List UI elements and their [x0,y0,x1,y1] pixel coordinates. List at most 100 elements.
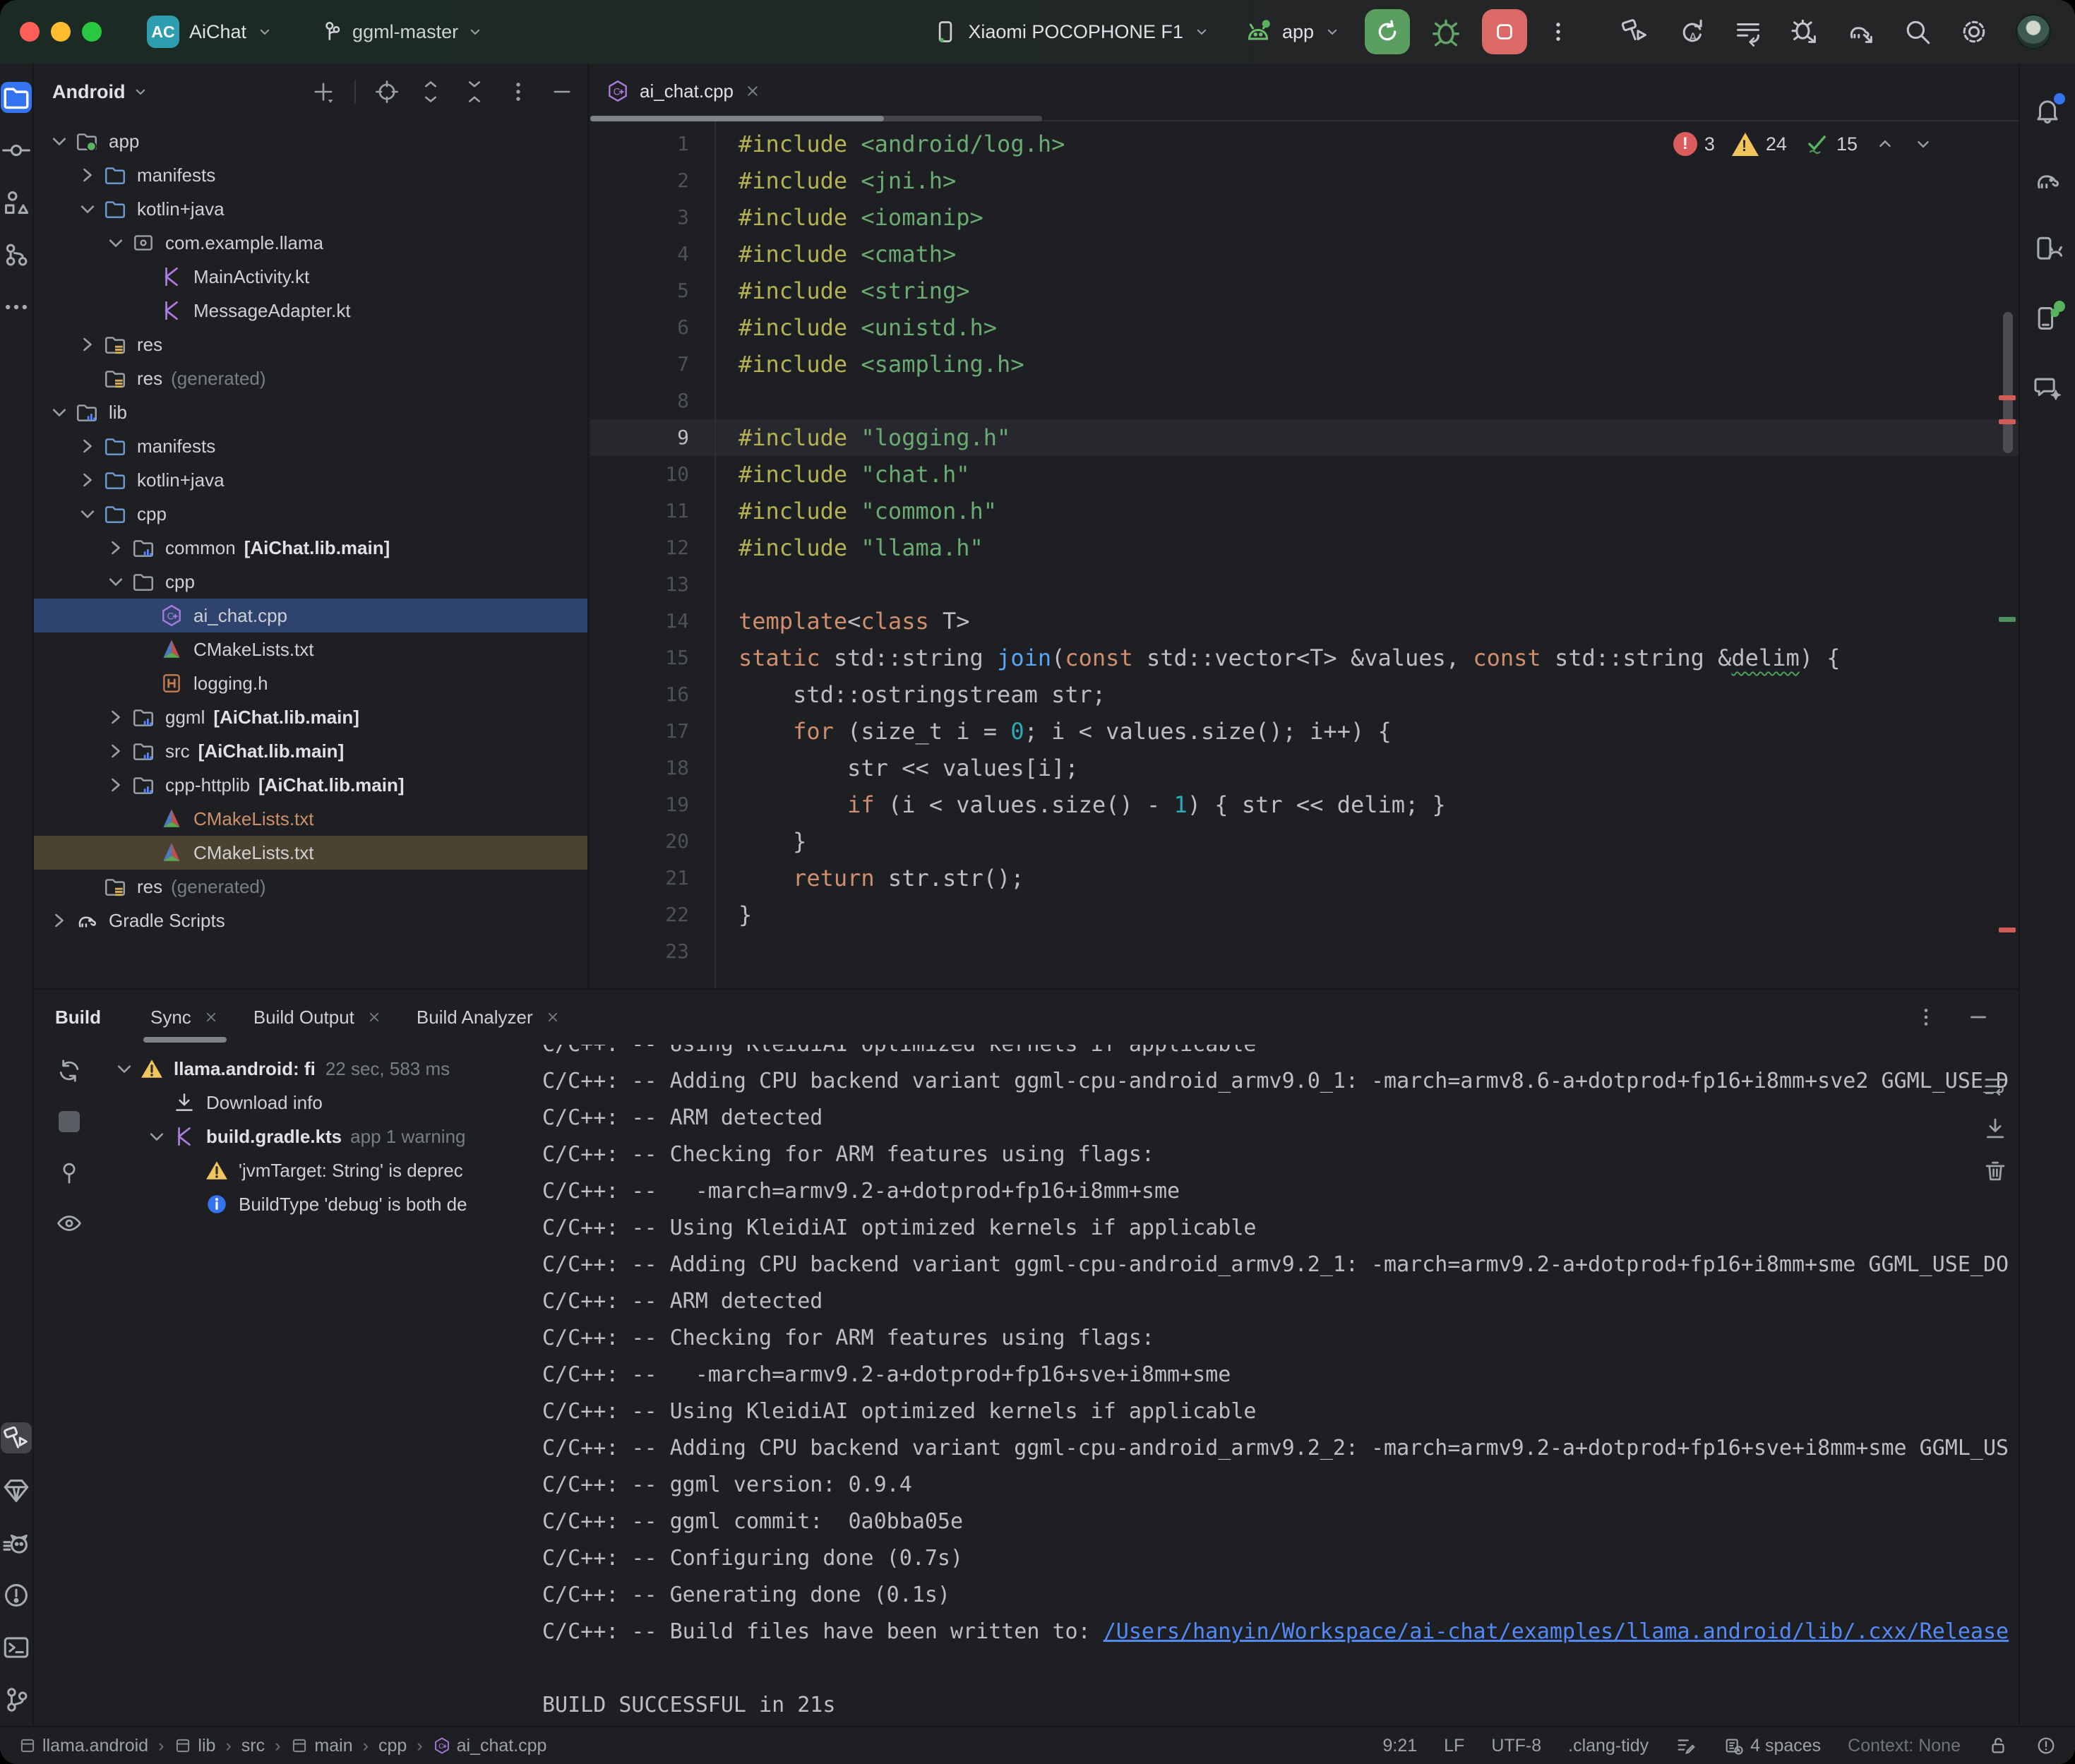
code-area[interactable]: 1#include <android/log.h>2#include <jni.… [590,121,2019,988]
indent-setting[interactable]: 4 spaces [1723,1735,1821,1756]
code-line[interactable]: 16 std::ostringstream str; [590,676,2019,713]
next-highlight-icon[interactable] [1913,133,1934,155]
tool-stripe-app-quality-insights[interactable] [1,1476,31,1506]
tree-row[interactable]: Cai_chat.cpp [34,599,587,632]
tree-row[interactable]: app [34,124,587,158]
caret-position[interactable]: 9:21 [1382,1736,1417,1756]
tree-row[interactable]: CMakeLists.txt [34,802,587,836]
close-icon[interactable] [203,1009,220,1026]
tree-row[interactable]: MessageAdapter.kt [34,294,587,328]
chevron-down-icon[interactable] [112,1056,137,1081]
code-line[interactable]: 19 if (i < values.size() - 1) { str << d… [590,786,2019,823]
code-line[interactable]: 13 [590,566,2019,603]
more-options-icon[interactable] [1914,1005,1938,1029]
collapse-all-icon[interactable] [462,79,487,104]
tree-row[interactable]: manifests [34,158,587,192]
apply-changes-icon[interactable]: A [1677,17,1706,47]
scroll-to-end-icon[interactable] [1982,1115,2009,1142]
code-line[interactable]: 20 } [590,823,2019,860]
tool-stripe-structure[interactable] [1,188,31,217]
chevron-right-icon[interactable] [75,332,100,357]
chevron-right-icon[interactable] [103,772,128,798]
breadcrumb-item[interactable]: cpp [378,1736,407,1756]
breadcrumb-item[interactable]: llama.android [18,1736,148,1756]
code-line[interactable]: 12#include "llama.h" [590,529,2019,566]
build-hammer-icon[interactable] [1620,17,1650,47]
debug-button[interactable] [1430,16,1462,48]
user-avatar[interactable] [2016,14,2051,49]
code-line[interactable]: 17 for (size_t i = 0; i < values.size();… [590,713,2019,750]
console-file-link[interactable]: /Users/hanyin/Workspace/ai-chat/examples… [1104,1619,2009,1644]
chevron-down-icon[interactable] [103,230,128,256]
hide-panel-icon[interactable] [1966,1005,1990,1029]
line-ending[interactable]: LF [1444,1736,1464,1756]
tool-stripe-gemini[interactable] [2031,371,2064,404]
search-icon[interactable] [1903,17,1932,47]
tool-stripe-device-manager[interactable] [2031,233,2064,265]
code-line[interactable]: 15static std::string join(const std::vec… [590,640,2019,676]
code-line[interactable]: 7#include <sampling.h> [590,346,2019,383]
build-console[interactable]: C/C++: -- Using KleidiAI optimized kerne… [542,1045,2019,1726]
file-encoding[interactable]: UTF-8 [1491,1736,1541,1756]
locate-icon[interactable] [374,79,400,104]
code-line[interactable]: 18 str << values[i]; [590,750,2019,786]
hide-icon[interactable] [549,79,575,104]
tree-row[interactable]: build.gradle.ktsapp 1 warning [104,1120,542,1153]
preview-icon[interactable] [56,1210,83,1237]
breadcrumb-item[interactable]: Cai_chat.cpp [433,1736,547,1756]
tool-stripe-terminal[interactable] [1,1633,31,1662]
more-run-options-icon[interactable] [1545,19,1571,44]
pin-icon[interactable] [56,1159,83,1186]
inspection-widget[interactable]: !3 24 15 [1673,131,1934,157]
tree-row[interactable]: 'jvmTarget: String' is deprec [104,1153,542,1187]
build-tab-build-output[interactable]: Build Output [237,990,400,1044]
tree-row[interactable]: cpp [34,497,587,531]
code-line[interactable]: 14template<class T> [590,603,2019,640]
tree-row[interactable]: src[AiChat.lib.main] [34,734,587,768]
code-line[interactable]: 3#include <iomanip> [590,199,2019,236]
error-indicator-icon[interactable] [2035,1735,2057,1756]
chevron-down-icon[interactable] [47,128,72,154]
chevron-right-icon[interactable] [75,433,100,459]
tree-row[interactable]: res(generated) [34,870,587,904]
add-icon[interactable] [311,79,336,104]
attach-debugger-icon[interactable] [1790,17,1819,47]
code-line[interactable]: 4#include <cmath> [590,236,2019,272]
build-panel-title[interactable]: Build [55,1007,101,1028]
rerun-button[interactable] [1365,9,1410,54]
close-tab-icon[interactable] [743,82,762,100]
close-icon[interactable] [366,1009,383,1026]
code-line[interactable]: 10#include "chat.h" [590,456,2019,493]
warning-count[interactable]: 24 [1732,133,1787,156]
code-line[interactable]: 5#include <string> [590,272,2019,309]
chevron-down-icon[interactable] [47,400,72,425]
soft-wrap-icon[interactable] [1982,1073,2009,1100]
tree-row[interactable]: manifests [34,429,587,463]
error-stripe-mark[interactable] [1999,928,2016,932]
editor-scrollbar[interactable] [2003,312,2013,453]
code-line[interactable]: 11#include "common.h" [590,493,2019,529]
tool-stripe-more-horizontal[interactable] [1,292,31,322]
tree-row[interactable]: lib [34,395,587,429]
chevron-down-icon[interactable] [75,196,100,222]
tree-row[interactable]: res [34,328,587,361]
code-line[interactable]: 23 [590,933,2019,970]
chevron-down-icon[interactable] [144,1124,169,1149]
project-widget[interactable]: AC AiChat [147,16,273,48]
editor-tab-ai_chat[interactable]: C ai_chat.cpp [590,64,780,119]
chevron-right-icon[interactable] [103,535,128,560]
code-line[interactable]: 2#include <jni.h> [590,162,2019,199]
tree-row[interactable]: MainActivity.kt [34,260,587,294]
tool-stripe-problems[interactable] [1,1580,31,1610]
clear-all-icon[interactable] [1982,1158,2009,1184]
close-icon[interactable] [544,1009,561,1026]
tree-row[interactable]: cpp-httplib[AiChat.lib.main] [34,768,587,802]
code-line[interactable]: 21 return str.str(); [590,860,2019,896]
profiler-icon[interactable] [1733,17,1763,47]
tool-stripe-commit[interactable] [1,136,31,165]
formatter-config[interactable]: .clang-tidy [1568,1736,1649,1756]
chevron-right-icon[interactable] [47,908,72,933]
run-config-selector[interactable]: app [1244,18,1341,46]
tool-stripe-vcs[interactable] [1,240,31,270]
chevron-right-icon[interactable] [103,738,128,764]
